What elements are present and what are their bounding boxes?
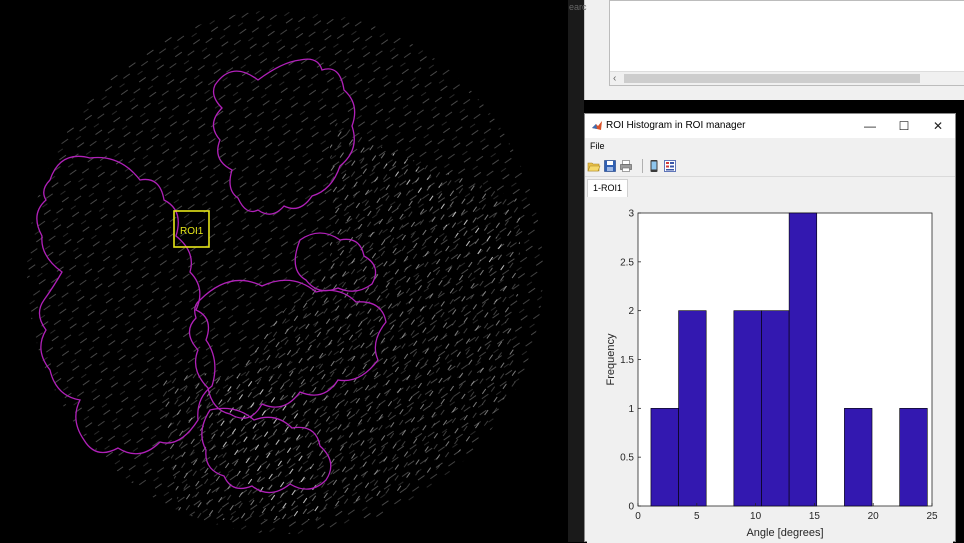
y-tick-label: 0.5: [620, 453, 634, 464]
scrollbar-thumb[interactable]: [624, 74, 920, 83]
property-inspector-icon[interactable]: [663, 159, 677, 173]
open-folder-icon[interactable]: [587, 159, 601, 173]
image-viewer[interactable]: ROI1: [0, 0, 568, 542]
y-tick-label: 0: [628, 502, 634, 513]
tissue-image: ROI1: [27, 10, 543, 534]
minimize-button[interactable]: —: [853, 114, 887, 138]
histogram-bar: [788, 212, 818, 507]
plot-panel: 0 5 10 15 20 25 0 0.5 1 1.5 2 2.5 3 Angle [degrees] …: [587, 197, 953, 543]
y-tick-label: 2: [628, 306, 634, 317]
histogram-chart: 0 5 10 15 20 2500.511.522.53 Angle [degrees] …: [605, 209, 938, 540]
menu-bar: File: [585, 138, 955, 156]
histogram-bar: [678, 310, 707, 507]
x-tick-label: 10: [750, 511, 762, 522]
horizontal-scrollbar[interactable]: ‹: [610, 71, 964, 85]
tissue-texture: [27, 10, 543, 534]
y-tick-label: 1: [628, 404, 634, 415]
y-axis-label: Frequency: [605, 333, 617, 385]
histogram-bar: [844, 408, 873, 507]
histogram-bar: [733, 310, 762, 507]
menu-file[interactable]: File: [590, 141, 605, 151]
histogram-bar: [650, 408, 679, 507]
x-axis-label: Angle [degrees]: [746, 527, 823, 539]
matlab-icon: [592, 121, 602, 130]
histogram-bar: [761, 310, 790, 507]
x-tick-label: 25: [926, 511, 938, 522]
desktop-gap: [660, 100, 964, 113]
scroll-left-icon[interactable]: ‹: [613, 72, 616, 85]
y-tick-label: 1.5: [620, 355, 634, 366]
roi-histogram-window: ROI Histogram in ROI manager — ☐ ✕ File: [584, 113, 956, 543]
background-list-box[interactable]: ‹: [609, 0, 964, 86]
title-bar[interactable]: ROI Histogram in ROI manager — ☐ ✕: [585, 114, 955, 138]
y-tick-label: 3: [628, 209, 634, 220]
window-gap: [568, 0, 584, 542]
print-icon[interactable]: [619, 159, 633, 173]
maximize-button[interactable]: ☐: [887, 114, 921, 138]
toolbar-separator: [642, 159, 643, 173]
background-window: earc ‹: [569, 0, 964, 100]
y-tick-label: 2.5: [620, 257, 634, 268]
tab-1-roi1[interactable]: 1-ROI1: [587, 179, 629, 197]
phone-icon[interactable]: [647, 159, 661, 173]
window-title: ROI Histogram in ROI manager: [606, 120, 746, 131]
close-button[interactable]: ✕: [921, 114, 955, 138]
histogram-bar: [899, 408, 928, 507]
background-window-edge-text: earc: [569, 2, 587, 12]
x-tick-label: 20: [868, 511, 880, 522]
save-icon[interactable]: [603, 159, 617, 173]
roi-1-label: ROI1: [180, 226, 204, 237]
x-tick-label: 5: [694, 511, 700, 522]
x-tick-label: 15: [809, 511, 821, 522]
tab-strip: 1-ROI1: [585, 177, 955, 197]
toolbar: [585, 156, 955, 177]
x-tick-label: 0: [635, 511, 641, 522]
